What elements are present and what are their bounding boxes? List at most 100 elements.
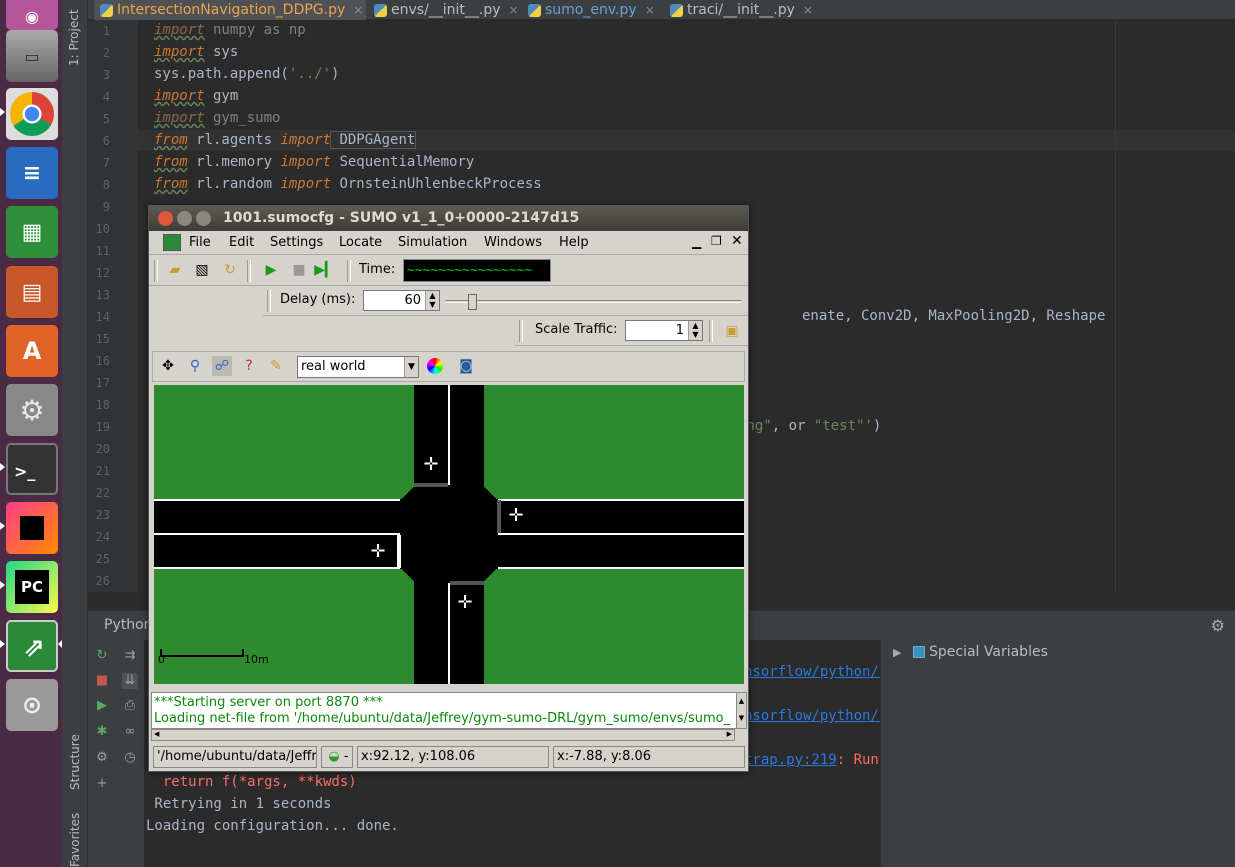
scroll-to-end-icon[interactable]: ⇊ <box>122 673 138 689</box>
line-number: 24 <box>95 530 110 544</box>
line-number: 14 <box>95 310 110 324</box>
software-center-icon[interactable]: A <box>6 325 58 377</box>
close-icon[interactable]: × <box>353 3 363 17</box>
message-line: ***Starting server on port 8870 *** <box>154 695 383 710</box>
console-link[interactable]: nsorflow/python/f <box>744 708 887 724</box>
maximize-icon[interactable] <box>196 211 211 226</box>
writer-icon[interactable]: ≡ <box>6 147 58 199</box>
close-icon[interactable] <box>158 211 173 226</box>
network-view[interactable]: ✛ ✛ ✛ ✛ 0 10m <box>154 385 744 684</box>
locate-icon[interactable]: ☍ <box>212 356 232 376</box>
menu-edit[interactable]: Edit <box>229 235 254 250</box>
right-margin-guide <box>1115 20 1116 592</box>
open-network-icon[interactable]: ▧ <box>192 260 212 280</box>
sumo-icon[interactable]: ⇗ <box>6 620 58 672</box>
delay-spinner[interactable]: 60 ▲ ▼ <box>363 290 440 311</box>
car-icon: ◒ <box>328 749 340 764</box>
stop-icon[interactable]: ■ <box>289 260 309 280</box>
history-icon[interactable]: ◷ <box>122 750 138 766</box>
mdi-close-icon[interactable]: ✕ <box>731 233 743 249</box>
view-toolbar: ✥ ⚲ ☍ ? ✎ real world ▼ ◙ <box>152 351 745 382</box>
tooltip-icon[interactable]: ✎ <box>266 356 286 376</box>
console-line: Loading configuration... done. <box>146 818 399 834</box>
jetbrains-toolbox-icon[interactable] <box>6 502 58 554</box>
console-error-line: trap.py:219: Runt <box>744 752 888 768</box>
recenter-view-icon[interactable]: ✥ <box>158 356 178 376</box>
chrome-icon[interactable] <box>6 88 58 140</box>
close-icon[interactable]: × <box>803 3 813 17</box>
tab-traci-init[interactable]: traci/__init__.py × <box>664 0 824 20</box>
message-window[interactable]: ***Starting server on port 8870 *** Load… <box>151 692 737 729</box>
rerun-icon[interactable]: ↻ <box>94 648 110 664</box>
variables-icon <box>913 646 925 658</box>
menu-locate[interactable]: Locate <box>339 235 382 250</box>
lane-divider <box>448 385 450 485</box>
zoom-icon[interactable]: ⚲ <box>185 356 205 376</box>
pycharm-icon[interactable]: PC <box>6 561 58 613</box>
tab-sumo-env[interactable]: sumo_env.py × <box>522 0 662 20</box>
soft-wrap-icon[interactable]: ⇉ <box>122 648 138 664</box>
delay-slider-track[interactable] <box>445 300 741 303</box>
message-scrollbar-horizontal[interactable]: ◀ ▶ <box>151 729 735 741</box>
menu-help[interactable]: Help <box>559 235 589 250</box>
calc-icon[interactable]: ▦ <box>6 206 58 258</box>
menu-file[interactable]: File <box>189 235 211 250</box>
stop-icon[interactable]: ■ <box>94 673 110 689</box>
delay-slider-handle[interactable] <box>467 294 477 310</box>
show-variables-icon[interactable]: ∞ <box>122 724 138 740</box>
run-icon[interactable]: ▶ <box>94 698 110 714</box>
start-icon[interactable]: ▶ <box>261 260 281 280</box>
sumo-menu-bar: File Edit Settings Locate Simulation Win… <box>149 231 748 255</box>
stop-line <box>397 535 401 568</box>
color-scheme-select[interactable]: real world ▼ <box>297 356 419 378</box>
step-icon[interactable]: ▶▎ <box>314 260 336 280</box>
scale-traffic-spinner[interactable]: 1 ▲ ▼ <box>625 320 703 341</box>
disk-icon[interactable]: ⊙ <box>6 679 58 731</box>
terminal-icon[interactable]: >_ <box>6 443 58 495</box>
road-edge <box>154 499 400 501</box>
settings-icon[interactable]: ⚙ <box>94 750 110 766</box>
debug-icon[interactable]: ✱ <box>94 724 110 740</box>
gear-icon[interactable]: ⚙ <box>1211 616 1225 635</box>
line-number: 9 <box>102 200 110 214</box>
junction <box>400 485 498 583</box>
message-scrollbar-vertical[interactable]: ▲ ▼ <box>736 692 747 729</box>
line-number: 15 <box>95 332 110 346</box>
line-number: 2 <box>102 46 110 60</box>
reload-icon[interactable]: ↻ <box>220 260 240 280</box>
scale-traffic-label: Scale Traffic: <box>535 322 618 337</box>
line-number: 11 <box>95 244 110 258</box>
menu-settings[interactable]: Settings <box>270 235 323 250</box>
road-edge <box>498 499 744 501</box>
new-view-icon[interactable]: ▣ <box>722 321 742 341</box>
mdi-restore-icon[interactable]: ❐ <box>711 234 722 248</box>
structure-tool-label[interactable]: Structure <box>68 734 82 790</box>
print-icon[interactable]: ⎙ <box>122 698 138 714</box>
edit-coloring-icon[interactable] <box>427 358 443 374</box>
menu-simulation[interactable]: Simulation <box>398 235 467 250</box>
minimize-icon[interactable] <box>177 211 192 226</box>
add-icon[interactable]: + <box>94 776 110 792</box>
vehicle-button[interactable]: ◒ - <box>321 746 353 768</box>
stop-line <box>414 483 448 487</box>
project-tool-label[interactable]: 1: Project <box>67 9 81 66</box>
expand-arrow-icon[interactable]: ▶ <box>893 646 901 659</box>
query-icon[interactable]: ? <box>239 356 259 376</box>
settings-icon[interactable]: ⚙ <box>6 384 58 436</box>
files-icon[interactable]: ▭ <box>6 30 58 82</box>
impress-icon[interactable]: ▤ <box>6 266 58 318</box>
console-link[interactable]: nsorflow/python/f <box>744 664 887 680</box>
mdi-minimize-icon[interactable]: ▁ <box>692 235 701 249</box>
stop-line <box>450 581 484 585</box>
sumo-title-bar[interactable]: 1001.sumocfg - SUMO v1_1_0+0000-2147d15 <box>149 206 748 231</box>
menu-windows[interactable]: Windows <box>484 235 542 250</box>
ubuntu-icon[interactable]: ◉ <box>6 0 58 30</box>
favorites-tool-label[interactable]: Favorites <box>68 813 82 867</box>
close-icon[interactable]: × <box>509 3 519 17</box>
tab-intersection-navigation[interactable]: IntersectionNavigation_DDPG.py × <box>94 0 366 20</box>
screenshot-icon[interactable]: ◙ <box>456 356 476 376</box>
close-icon[interactable]: × <box>645 3 655 17</box>
code-line-14-fragment: enate, Conv2D, MaxPooling2D, Reshape <box>802 308 1106 324</box>
open-config-icon[interactable]: ▰ <box>165 260 185 280</box>
tab-envs-init[interactable]: envs/__init__.py × <box>368 0 520 20</box>
